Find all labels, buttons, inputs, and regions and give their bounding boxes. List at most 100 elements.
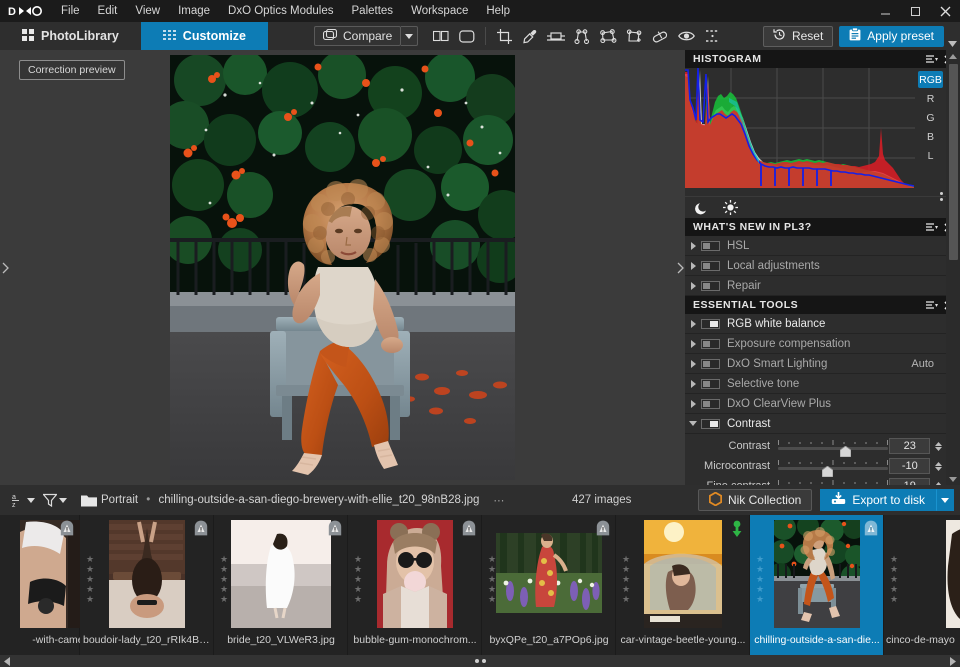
slider-value[interactable]: 19 xyxy=(889,478,930,485)
scrollbar-thumb[interactable] xyxy=(949,64,958,260)
panel-menu-icon[interactable] xyxy=(924,51,940,67)
crop-icon[interactable] xyxy=(491,24,517,48)
slider-handle[interactable] xyxy=(822,464,833,475)
split-view-icon[interactable] xyxy=(428,24,454,48)
star-rating[interactable]: ★★★★★ xyxy=(622,555,630,604)
chevron-right-icon[interactable] xyxy=(685,380,701,388)
slider-track[interactable] xyxy=(778,438,879,454)
sort-az-icon[interactable]: a z xyxy=(8,492,39,508)
compare-button[interactable]: Compare xyxy=(314,26,401,46)
folder-icon[interactable] xyxy=(77,494,101,507)
panel-resize-grip[interactable] xyxy=(937,192,945,201)
filmstrip-item-4[interactable]: ★★★★★ xyxy=(482,515,616,655)
control-line-icon[interactable] xyxy=(569,24,595,48)
star-rating[interactable]: ★★★★★ xyxy=(890,555,898,604)
tool-row-repair[interactable]: Repair ? xyxy=(685,276,960,296)
filmstrip[interactable]: -with-camera... ★★★★★ xyxy=(0,515,960,655)
filmstrip-item-3[interactable]: ★★★★★ xyxy=(348,515,482,655)
caret-right-icon[interactable] xyxy=(950,655,956,667)
star-rating[interactable]: ★★★★★ xyxy=(86,555,94,604)
optics-module-icon[interactable] xyxy=(328,520,342,541)
image-viewer[interactable]: Correction preview xyxy=(0,50,685,485)
channel-r[interactable]: R xyxy=(918,90,943,107)
menu-file[interactable]: File xyxy=(52,0,89,22)
chevron-right-icon[interactable] xyxy=(685,400,701,408)
reset-button[interactable]: Reset xyxy=(763,26,833,47)
panel-menu-icon[interactable] xyxy=(924,219,940,235)
channel-b[interactable]: B xyxy=(918,128,943,145)
stepper-icon[interactable] xyxy=(933,462,943,471)
repair-icon[interactable] xyxy=(647,24,673,48)
chevron-right-icon[interactable] xyxy=(685,360,701,368)
filter-funnel-icon[interactable] xyxy=(39,493,71,507)
panel-menu-icon[interactable] xyxy=(924,297,940,313)
maximize-icon[interactable] xyxy=(900,0,930,22)
breadcrumb-folder[interactable]: Portrait xyxy=(101,494,138,506)
channel-g[interactable]: G xyxy=(918,109,943,126)
slider-value[interactable]: -10 xyxy=(889,458,930,474)
scroll-up-arrow-icon[interactable] xyxy=(946,50,960,62)
chevron-right-icon[interactable] xyxy=(685,242,701,250)
star-rating[interactable]: ★★★★★ xyxy=(354,555,362,604)
optics-module-icon[interactable] xyxy=(864,520,878,541)
tool-row-contrast[interactable]: Contrast ? xyxy=(685,414,960,434)
tool-toggle[interactable] xyxy=(701,241,720,251)
main-photo[interactable] xyxy=(170,55,515,480)
tool-row-hsl[interactable]: HSL ? xyxy=(685,236,960,256)
chevron-down-icon[interactable] xyxy=(685,420,701,427)
tool-toggle[interactable] xyxy=(701,379,720,389)
tool-row-exposure-compensation[interactable]: Exposure compensation ? xyxy=(685,334,960,354)
optics-module-icon[interactable] xyxy=(596,520,610,541)
moon-icon[interactable] xyxy=(695,201,709,215)
optics-module-icon[interactable] xyxy=(60,520,74,541)
tab-customize[interactable]: Customize xyxy=(141,22,268,50)
tool-toggle[interactable] xyxy=(701,359,720,369)
tool-toggle[interactable] xyxy=(701,399,720,409)
menu-view[interactable]: View xyxy=(126,0,169,22)
right-panel-collapse-handle[interactable] xyxy=(675,50,685,485)
menu-palettes[interactable]: Palettes xyxy=(343,0,403,22)
tool-toggle[interactable] xyxy=(701,281,720,291)
histogram-widget[interactable]: RGB R G B L xyxy=(685,68,960,196)
tool-toggle[interactable] xyxy=(701,419,720,429)
smart-lighting-mode[interactable]: Auto xyxy=(911,358,934,370)
slider-track[interactable] xyxy=(778,458,879,474)
more-tools-icon[interactable] xyxy=(699,24,725,48)
optics-module-icon[interactable] xyxy=(462,520,476,541)
scroll-down-arrow-icon[interactable] xyxy=(946,473,960,485)
control-point-polygon-icon[interactable] xyxy=(595,24,621,48)
left-panel-expand-handle[interactable] xyxy=(0,50,10,485)
tool-toggle[interactable] xyxy=(701,319,720,329)
compare-dropdown-caret[interactable] xyxy=(401,26,418,46)
histogram-canvas[interactable] xyxy=(685,68,915,196)
download-green-icon[interactable] xyxy=(730,520,744,543)
menu-dxo-optics-modules[interactable]: DxO Optics Modules xyxy=(219,0,342,22)
export-to-disk-button[interactable]: Export to disk xyxy=(820,489,936,511)
filmstrip-item-5[interactable]: ★★★★★ xyxy=(616,515,750,655)
close-icon[interactable] xyxy=(930,0,960,22)
minimize-icon[interactable] xyxy=(870,0,900,22)
horizon-icon[interactable] xyxy=(543,24,569,48)
filmstrip-item-6[interactable]: ★★★★★ xyxy=(750,515,884,655)
filmstrip-item-2[interactable]: ★★★★★ xyxy=(214,515,348,655)
channel-l[interactable]: L xyxy=(918,147,943,164)
page-dots[interactable] xyxy=(475,659,486,663)
tool-row-selective-tone[interactable]: Selective tone ? xyxy=(685,374,960,394)
tool-toggle[interactable] xyxy=(701,261,720,271)
filmstrip-item-0[interactable]: -with-camera... xyxy=(0,515,80,655)
menu-help[interactable]: Help xyxy=(477,0,519,22)
channel-rgb[interactable]: RGB xyxy=(918,71,943,88)
statusbar-overflow-dots[interactable]: ⋯ xyxy=(493,494,505,507)
optics-module-icon[interactable] xyxy=(194,520,208,541)
breadcrumb[interactable]: Portrait • chilling-outside-a-san-diego-… xyxy=(101,494,479,506)
star-rating[interactable]: ★★★★★ xyxy=(220,555,228,604)
slider-track[interactable] xyxy=(778,478,879,485)
filmstrip-item-1[interactable]: ★★★★★ xyxy=(80,515,214,655)
perspective-icon[interactable] xyxy=(621,24,647,48)
caret-left-icon[interactable] xyxy=(4,655,10,667)
tool-row-dxo-smart-lighting[interactable]: DxO Smart Lighting Auto ? xyxy=(685,354,960,374)
menu-image[interactable]: Image xyxy=(169,0,219,22)
star-rating[interactable]: ★★★★★ xyxy=(756,555,764,604)
menu-workspace[interactable]: Workspace xyxy=(402,0,477,22)
chevron-right-icon[interactable] xyxy=(685,320,701,328)
